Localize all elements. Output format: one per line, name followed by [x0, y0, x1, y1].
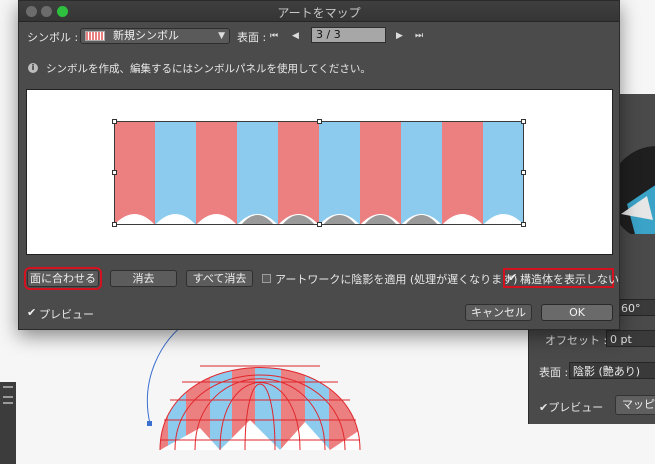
preview-check-icon[interactable]: ✔ [27, 307, 36, 318]
resize-handle[interactable] [521, 119, 526, 124]
resize-handle[interactable] [317, 119, 322, 124]
resize-handle[interactable] [521, 222, 526, 227]
preview-label-bg: プレビュー [548, 401, 604, 414]
art-bounding-box [114, 121, 524, 225]
surface-select[interactable]: 陰影 (艶あり) [569, 362, 655, 379]
symbol-thumbnail [85, 31, 105, 41]
surface-label: 表面 : [539, 366, 569, 379]
ok-button[interactable]: OK [541, 304, 613, 321]
surface-number-field[interactable]: 3 / 3 [311, 27, 386, 43]
symbol-label: シンボル : [27, 31, 79, 44]
resize-handle[interactable] [521, 170, 526, 175]
preview-checkbox-bg[interactable]: ✔プレビュー [539, 399, 603, 415]
shade-artwork-checkbox[interactable] [262, 274, 271, 283]
symbol-selected-value: 新規シンボル [113, 29, 179, 42]
map-art-button[interactable]: マッピ [615, 395, 655, 415]
cancel-button[interactable]: キャンセル [465, 304, 532, 321]
title-bar[interactable]: アートをマップ [19, 1, 619, 22]
first-surface-icon[interactable]: ⏮ [270, 30, 278, 42]
chevron-down-icon: ▼ [218, 31, 225, 41]
3d-preview-cube [617, 146, 655, 234]
previous-surface-icon[interactable]: ◀ [292, 30, 299, 42]
info-message: シンボルを作成、編集するにはシンボルパネルを使用してください。 [46, 63, 371, 75]
offset-label: オフセット : [545, 334, 608, 347]
surface-label: 表面 : [237, 31, 267, 44]
fit-to-surface-button[interactable]: 面に合わせる [24, 267, 102, 290]
map-art-dialog: アートをマップ シンボル : 新規シンボル ▼ 表面 : ⏮ ◀ 3 / 3 ▶… [18, 0, 620, 330]
hide-geometry-check-icon[interactable]: ✔ [508, 272, 517, 283]
surface-preview-area[interactable] [26, 89, 613, 255]
clear-button[interactable]: 消去 [110, 270, 177, 287]
hide-geometry-label: 構造体を表示しない [520, 273, 619, 286]
symbol-select[interactable]: 新規シンボル ▼ [80, 28, 230, 44]
resize-handle[interactable] [112, 119, 117, 124]
check-icon: ✔ [539, 401, 549, 414]
offset-field[interactable]: 0 pt [606, 330, 655, 347]
clear-all-button[interactable]: すべて消去 [186, 270, 253, 287]
angle-field[interactable]: 60° [617, 299, 655, 316]
next-surface-icon[interactable]: ▶ [396, 30, 403, 42]
resize-handle[interactable] [317, 222, 322, 227]
resize-handle[interactable] [112, 222, 117, 227]
tool-panel-strip[interactable] [0, 382, 16, 464]
dialog-title: アートをマップ [277, 6, 361, 20]
resize-handle[interactable] [112, 170, 117, 175]
info-icon: i [28, 63, 38, 73]
shade-artwork-label: アートワークに陰影を適用 (処理が遅くなります) [275, 273, 518, 286]
last-surface-icon[interactable]: ⏭ [415, 30, 423, 42]
preview-label: プレビュー [39, 308, 94, 321]
